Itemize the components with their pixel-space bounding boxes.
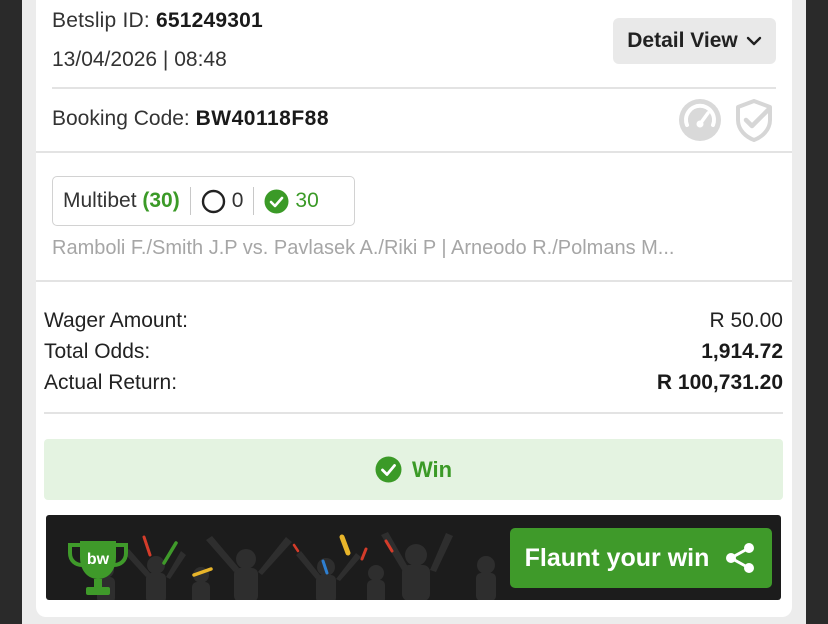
betslip-datetime: 13/04/2026 | 08:48 bbox=[52, 48, 227, 71]
multibet-label: Multibet bbox=[63, 189, 137, 212]
total-odds-value: 1,914.72 bbox=[701, 340, 783, 363]
booking-code-row: Booking Code: BW40118F88 bbox=[52, 107, 329, 131]
wager-amount-value: R 50.00 bbox=[709, 309, 783, 332]
actual-return-value: R 100,731.20 bbox=[656, 371, 783, 394]
phone-frame-left bbox=[0, 0, 22, 624]
chevron-down-icon bbox=[746, 36, 761, 46]
match-list-text: Ramboli F./Smith J.P vs. Pavlasek A./Rik… bbox=[52, 237, 675, 259]
flaunt-button-label: Flaunt your win bbox=[524, 543, 710, 572]
betslip-id-row: Betslip ID: 651249301 bbox=[52, 9, 263, 33]
betslip-id-value: 651249301 bbox=[155, 9, 263, 32]
total-odds-label: Total Odds: bbox=[44, 340, 151, 363]
shield-check-icon[interactable] bbox=[734, 98, 774, 142]
detail-view-button[interactable]: Detail View bbox=[613, 18, 776, 64]
check-circle-icon bbox=[264, 189, 289, 213]
betslip-card: Betslip ID: 651249301 13/04/2026 | 08:48… bbox=[36, 0, 792, 617]
divider bbox=[44, 412, 783, 414]
multibet-count: (30) bbox=[142, 189, 180, 212]
wager-amount-label: Wager Amount: bbox=[44, 309, 188, 332]
share-icon bbox=[726, 543, 755, 573]
check-circle-icon bbox=[375, 456, 402, 483]
total-odds-row: Total Odds: 1,914.72 bbox=[44, 339, 783, 370]
separator bbox=[253, 187, 255, 215]
trophy-icon: bw bbox=[68, 541, 128, 595]
win-status-label: Win bbox=[411, 456, 453, 482]
multibet-summary-chip: Multibet (30) 0 30 bbox=[52, 176, 355, 226]
won-count: 30 bbox=[295, 189, 319, 212]
betslip-card-container: Betslip ID: 651249301 13/04/2026 | 08:48… bbox=[22, 0, 806, 624]
open-count: 0 bbox=[231, 189, 244, 212]
divider bbox=[36, 280, 792, 282]
flaunt-promo-bar: bw Flaunt your win bbox=[46, 515, 781, 600]
logo-text: bw bbox=[87, 551, 110, 568]
separator bbox=[189, 187, 191, 215]
booking-code-label: Booking Code: bbox=[52, 107, 190, 130]
divider bbox=[36, 151, 792, 153]
booking-code-value: BW40118F88 bbox=[195, 107, 330, 130]
divider bbox=[52, 87, 776, 89]
detail-view-label: Detail View bbox=[627, 29, 738, 52]
betslip-id-label: Betslip ID: bbox=[52, 9, 150, 32]
wager-summary: Wager Amount: R 50.00 Total Odds: 1,914.… bbox=[44, 308, 783, 401]
actual-return-label: Actual Return: bbox=[44, 371, 178, 394]
phone-frame-right bbox=[806, 0, 828, 624]
wager-amount-row: Wager Amount: R 50.00 bbox=[44, 308, 783, 339]
win-status-banner: Win bbox=[44, 439, 783, 500]
gauge-icon[interactable] bbox=[678, 98, 722, 142]
flaunt-your-win-button[interactable]: Flaunt your win bbox=[510, 528, 772, 588]
open-circle-icon bbox=[201, 189, 225, 213]
actual-return-row: Actual Return: R 100,731.20 bbox=[44, 370, 783, 401]
